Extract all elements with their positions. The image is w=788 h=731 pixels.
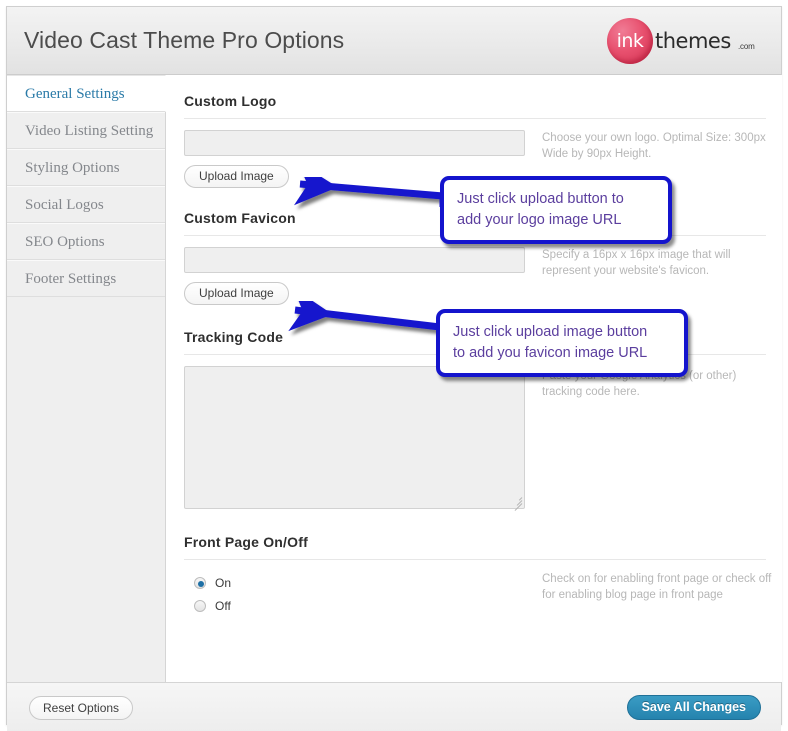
settings-content: Custom Logo Choose your own logo. Optima… <box>167 75 782 682</box>
custom-favicon-button-row: Upload Image <box>184 282 766 305</box>
logo-suffix-text: .com <box>738 42 755 51</box>
section-title: Front Page On/Off <box>184 534 308 550</box>
annotation-callout-favicon: Just click upload image button to add yo… <box>436 309 688 377</box>
custom-logo-input[interactable] <box>184 130 525 156</box>
sidebar-item-label: Video Listing Setting <box>25 123 154 139</box>
save-all-changes-button[interactable]: Save All Changes <box>626 695 761 720</box>
divider <box>184 118 766 119</box>
sidebar-item-label: Footer Settings <box>25 271 117 287</box>
section-custom-logo: Custom Logo Choose your own logo. Optima… <box>184 75 766 188</box>
custom-logo-field-row: Choose your own logo. Optimal Size: 300p… <box>184 130 766 160</box>
settings-sidebar: General Settings Video Listing Setting S… <box>7 75 166 682</box>
page-body: General Settings Video Listing Setting S… <box>7 75 782 682</box>
section-title: Custom Logo <box>184 93 277 109</box>
sidebar-item-label: Styling Options <box>25 160 120 176</box>
reset-options-button[interactable]: Reset Options <box>29 696 134 720</box>
page-title: Video Cast Theme Pro Options <box>24 27 345 53</box>
radio-off-icon[interactable] <box>194 599 206 612</box>
sidebar-item-footer-settings[interactable]: Footer Settings <box>7 260 165 297</box>
annotation-callout-logo: Just click upload button to add your log… <box>440 176 672 244</box>
sidebar-item-label: SEO Options <box>25 234 105 250</box>
custom-favicon-input[interactable] <box>184 247 525 273</box>
sidebar-item-label: Social Logos <box>25 197 104 213</box>
custom-favicon-hint: Specify a 16px x 16px image that will re… <box>542 249 731 277</box>
sidebar-item-video-listing-setting[interactable]: Video Listing Setting <box>7 112 165 149</box>
logo-word-text: themes <box>655 29 731 53</box>
sidebar-item-general-settings[interactable]: General Settings <box>7 75 166 112</box>
custom-favicon-field-row: Specify a 16px x 16px image that will re… <box>184 247 766 277</box>
tracking-code-field-row: Paste your Google Analytics (or other) t… <box>184 366 766 511</box>
custom-logo-upload-image-button[interactable]: Upload Image <box>184 165 289 188</box>
divider <box>184 559 766 560</box>
radio-label: On <box>215 575 232 590</box>
sidebar-item-social-logos[interactable]: Social Logos <box>7 186 165 223</box>
sidebar-item-styling-options[interactable]: Styling Options <box>7 149 165 186</box>
radio-on-icon[interactable] <box>194 576 206 589</box>
radio-label: Off <box>215 598 231 613</box>
sidebar-item-label: General Settings <box>25 86 125 102</box>
page-header: Video Cast Theme Pro Options ink themes … <box>7 7 781 75</box>
front-page-hint: Check on for enabling front page or chec… <box>542 573 772 601</box>
inkthemes-logo: ink themes .com <box>607 18 767 66</box>
page-footer: Reset Options Save All Changes <box>7 682 781 731</box>
logo-mark-text: ink <box>616 30 644 52</box>
section-front-page: Front Page On/Off On Off Check on for en… <box>184 509 771 617</box>
custom-favicon-upload-image-button[interactable]: Upload Image <box>184 282 289 305</box>
tracking-code-textarea-wrap <box>184 366 525 511</box>
custom-logo-hint: Choose your own logo. Optimal Size: 300p… <box>542 132 766 160</box>
tracking-code-textarea[interactable] <box>184 366 525 509</box>
sidebar-item-seo-options[interactable]: SEO Options <box>7 223 165 260</box>
options-page: Video Cast Theme Pro Options ink themes … <box>0 0 788 731</box>
front-page-options-row: On Off Check on for enabling front page … <box>184 571 771 617</box>
